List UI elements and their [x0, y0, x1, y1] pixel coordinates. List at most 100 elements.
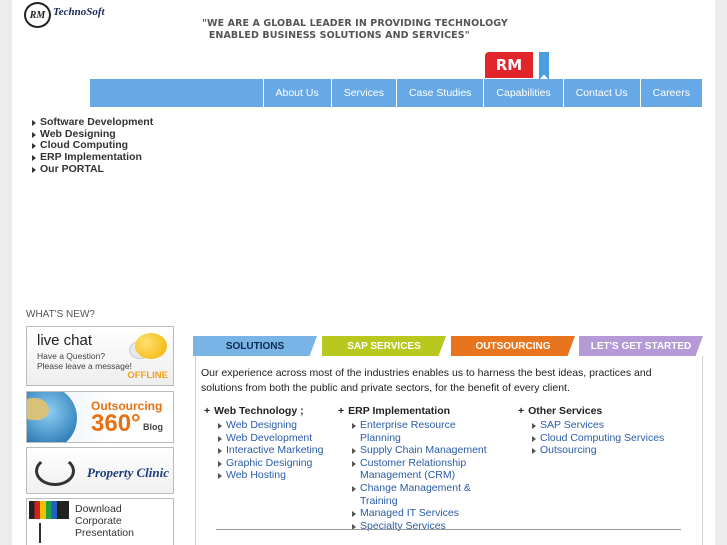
intro-text: Our experience across most of the indust… [201, 367, 652, 394]
side-item-software-development[interactable]: Software Development [32, 116, 154, 129]
tab-outsourcing[interactable]: OUTSOURCING [451, 336, 575, 356]
list-item-label: SAP Services [540, 419, 604, 431]
list-item[interactable]: Change Management & Training [352, 482, 498, 507]
chat-status: OFFLINE [127, 370, 168, 381]
outsourcing-blog-banner[interactable]: Outsourcing 360° Blog [26, 391, 174, 443]
column-list: SAP Services Cloud Computing Services Ou… [532, 419, 664, 457]
arrow-right-icon [352, 423, 356, 429]
tab-solutions[interactable]: SOLUTIONS [193, 336, 317, 356]
tab-label: LET'S GET STARTED [590, 340, 692, 352]
side-item-label: Software Development [40, 116, 154, 128]
divider [216, 529, 681, 530]
flag-icon [539, 52, 549, 80]
list-item-label: Cloud Computing Services [540, 431, 665, 444]
nav-careers[interactable]: Careers [639, 79, 702, 107]
logo-badge: RM [24, 2, 51, 28]
list-item-label: Web Development [226, 431, 313, 444]
pencils-icon [29, 501, 69, 519]
nav-case-studies[interactable]: Case Studies [395, 79, 483, 107]
plus-icon: + [518, 405, 525, 417]
arrow-right-icon [352, 485, 356, 492]
list-item[interactable]: Web Hosting [218, 469, 323, 482]
list-item-label: Managed IT Services [360, 507, 460, 520]
side-menu: Software Development Web Designing Cloud… [32, 116, 154, 176]
arrow-right-icon [32, 166, 36, 173]
list-item[interactable]: Managed IT Services [352, 507, 498, 520]
column-title: + Other Services [518, 405, 664, 417]
stethoscope-icon [35, 456, 75, 486]
list-item-label: Web Designing [226, 419, 298, 431]
column-web-technology: + Web Technology ; Web Designing Web Deve… [204, 405, 323, 482]
arrow-right-icon [32, 154, 36, 161]
outsourcing-number: 360° [91, 410, 141, 437]
list-item-label: Specialty Services [360, 519, 446, 532]
list-item[interactable]: Outsourcing [532, 444, 664, 457]
list-item[interactable]: SAP Services [532, 419, 664, 432]
live-chat-banner[interactable]: live chat Have a Question? Please leave … [26, 326, 174, 386]
column-title-label: ERP Implementation [348, 405, 451, 417]
globe-land [27, 398, 49, 420]
list-item[interactable]: Interactive Marketing [218, 444, 323, 457]
list-item-label: Web Hosting [226, 469, 286, 482]
list-item-label: Customer Relationship Management (CRM) [360, 456, 467, 482]
main-nav: About Us Services Case Studies Capabilit… [90, 79, 702, 107]
column-title-label: Web Technology ; [214, 405, 304, 417]
tab-sap-services[interactable]: SAP SERVICES [322, 336, 446, 356]
nav-capabilities[interactable]: Capabilities [483, 79, 562, 107]
chat-title: live chat [37, 332, 93, 349]
side-item-our-portal[interactable]: Our PORTAL [32, 162, 153, 176]
column-erp-implementation: + ERP Implementation Enterprise Resource … [338, 405, 498, 532]
tab-label: SAP SERVICES [347, 340, 421, 352]
solutions-panel: Our experience across most of the indust… [195, 356, 703, 545]
content-tabs: SOLUTIONS SAP SERVICES OUTSOURCING LET'S… [193, 336, 703, 356]
arrow-right-icon [352, 448, 356, 455]
download-presentation-banner[interactable]: Download Corporate Presentation [26, 498, 174, 545]
side-item-label: Our PORTAL [40, 162, 104, 175]
arrow-right-icon [32, 119, 36, 126]
arrow-right-icon [532, 423, 536, 429]
tab-lets-get-started[interactable]: LET'S GET STARTED [579, 336, 703, 356]
nav-contact-us[interactable]: Contact Us [562, 79, 640, 107]
plus-icon: + [204, 405, 211, 417]
download-text: Download Corporate Presentation [75, 503, 134, 539]
list-item[interactable]: Specialty Services [352, 520, 498, 533]
arrow-right-icon [218, 473, 222, 480]
page: RM TechnoSoft "WE ARE A GLOBAL LEADER IN… [12, 0, 715, 545]
list-item-label: Interactive Marketing [226, 444, 324, 457]
nav-services[interactable]: Services [330, 79, 396, 107]
nav-about-us[interactable]: About Us [262, 79, 331, 107]
list-item-label: Outsourcing [540, 444, 597, 457]
arrow-right-icon [218, 448, 222, 455]
arrow-right-icon [532, 435, 536, 442]
arrow-right-icon [32, 131, 36, 138]
list-item[interactable]: Graphic Designing [218, 457, 323, 470]
list-item-label: Change Management & Training [360, 481, 471, 507]
plus-icon: + [338, 405, 345, 417]
column-other-services: + Other Services SAP Services Cloud Compu… [518, 405, 664, 457]
column-list: Web Designing Web Development Interactiv… [218, 419, 323, 482]
rm-tab[interactable]: RM [485, 52, 533, 78]
column-title: + ERP Implementation [338, 405, 498, 417]
arrow-right-icon [218, 460, 222, 467]
property-title: Property Clinic [87, 465, 169, 480]
company-logo[interactable]: RM TechnoSoft [24, 2, 134, 28]
chat-bubble-icon [135, 333, 167, 359]
list-item[interactable]: Cloud Computing Services [532, 432, 664, 445]
outsourcing-suffix: Blog [143, 422, 163, 432]
list-item[interactable]: Supply Chain Management [352, 444, 498, 457]
arrow-right-icon [218, 423, 222, 429]
list-item-label: Supply Chain Management [360, 444, 487, 457]
property-clinic-banner[interactable]: Property Clinic [26, 447, 174, 494]
column-title: + Web Technology ; [204, 405, 323, 417]
column-title-label: Other Services [528, 405, 603, 417]
tab-label: SOLUTIONS [225, 340, 285, 352]
arrow-right-icon [32, 143, 36, 150]
list-item[interactable]: Web Development [218, 432, 323, 445]
list-item-label: Enterprise Resource Planning [360, 419, 456, 444]
list-item[interactable]: Web Designing [218, 419, 323, 432]
list-item[interactable]: Enterprise Resource Planning [352, 419, 498, 444]
arrow-right-icon [532, 448, 536, 455]
list-item[interactable]: Customer Relationship Management (CRM) [352, 457, 498, 482]
list-item-label: Graphic Designing [226, 456, 313, 469]
whats-new-heading: WHAT'S NEW? [26, 309, 95, 320]
